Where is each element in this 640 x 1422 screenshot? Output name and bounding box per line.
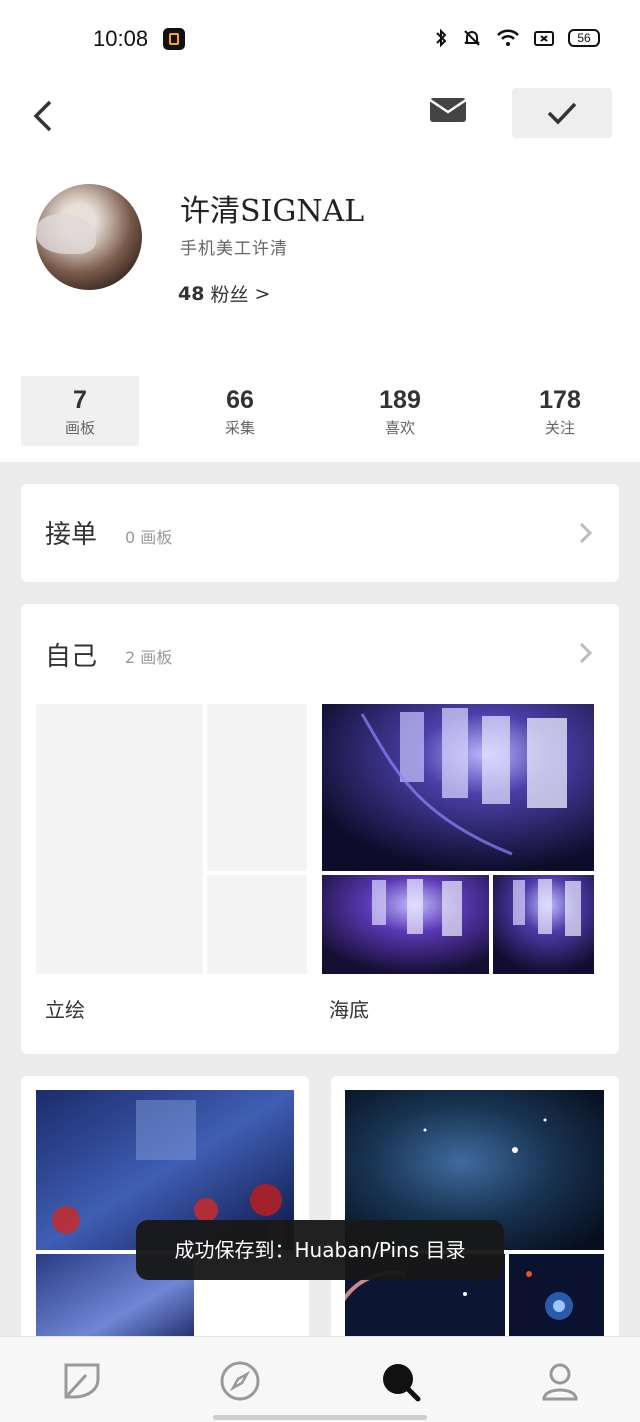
- board-name[interactable]: 海底: [329, 994, 369, 1023]
- confirm-button[interactable]: [512, 88, 612, 138]
- tab-likes[interactable]: 189 喜欢: [341, 376, 459, 446]
- bottom-nav: [0, 1336, 640, 1422]
- board-cover-image: [322, 704, 594, 871]
- tab-boards[interactable]: 7 画板: [21, 376, 139, 446]
- status-bar: 10:08 56: [0, 0, 640, 80]
- battery-indicator: 56: [568, 29, 600, 47]
- board-group-self: 自己 2 画板 立绘 海底: [21, 604, 619, 1054]
- app-notification-icon: [163, 28, 185, 50]
- board-cover-thumb: [207, 704, 307, 871]
- group-count: 2 画板: [125, 648, 173, 667]
- group-title[interactable]: 自己: [45, 636, 97, 673]
- back-arrow-icon[interactable]: [28, 98, 60, 134]
- fans-count: 48: [178, 282, 205, 305]
- board-cover-thumb: [207, 875, 307, 974]
- discover-compass-icon[interactable]: [218, 1359, 262, 1403]
- profile-user-icon[interactable]: [538, 1359, 582, 1403]
- bluetooth-icon: [436, 28, 447, 48]
- stat-label: 喜欢: [384, 419, 415, 437]
- board-cover-image: [493, 875, 594, 974]
- home-indicator: [213, 1415, 427, 1420]
- pin-card[interactable]: [331, 1076, 619, 1346]
- pin-card[interactable]: [21, 1076, 309, 1346]
- fans-link[interactable]: 48 粉丝 >: [178, 280, 270, 307]
- profile-section: 许清SIGNAL 手机美工许清 48 粉丝 >: [0, 160, 640, 360]
- profile-name: 许清SIGNAL: [180, 194, 365, 229]
- tab-pins[interactable]: 66 采集: [181, 376, 299, 446]
- board-cover-main: [36, 704, 203, 974]
- avatar[interactable]: [36, 184, 142, 290]
- screen-record-icon: [534, 31, 554, 46]
- chevron-right-icon[interactable]: [579, 642, 593, 664]
- group-title: 接单: [45, 520, 98, 550]
- tab-following[interactable]: 178 关注: [501, 376, 619, 446]
- board-group-orders[interactable]: 接单 0 画板: [21, 484, 619, 582]
- wifi-icon: [497, 29, 519, 46]
- stat-value: 178: [539, 386, 581, 414]
- stat-value: 189: [379, 386, 421, 414]
- home-leaf-icon[interactable]: [60, 1359, 104, 1403]
- chevron-right-icon: [579, 522, 593, 544]
- status-time: 10:08: [93, 26, 149, 51]
- group-count: 0 画板: [125, 528, 173, 547]
- stat-value: 66: [226, 386, 254, 414]
- stats-bar: 7 画板 66 采集 189 喜欢 178 关注: [0, 360, 640, 462]
- check-icon: [547, 102, 577, 125]
- stat-value: 7: [73, 386, 87, 414]
- board-cover-image: [322, 875, 489, 974]
- board-name[interactable]: 立绘: [45, 994, 85, 1023]
- fans-chevron: >: [254, 282, 271, 305]
- message-mail-icon[interactable]: [428, 96, 468, 124]
- toast-message: 成功保存到：Huaban/Pins 目录: [136, 1220, 504, 1280]
- fans-label: 粉丝: [210, 284, 249, 306]
- mute-bell-icon: [464, 30, 480, 46]
- stat-label: 采集: [224, 419, 255, 437]
- stat-label: 画板: [64, 419, 95, 437]
- profile-bio: 手机美工许清: [180, 239, 288, 259]
- search-icon[interactable]: [378, 1359, 422, 1403]
- stat-label: 关注: [544, 419, 575, 437]
- pin-image: [509, 1254, 604, 1346]
